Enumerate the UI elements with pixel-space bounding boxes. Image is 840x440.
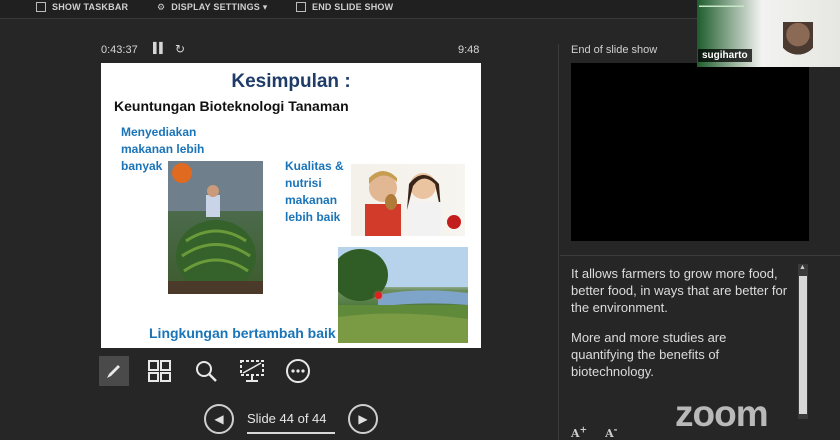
notes-separator	[560, 255, 840, 256]
end-slide-show-label: END SLIDE SHOW	[312, 2, 394, 12]
end-show-icon	[296, 2, 306, 12]
laser-pointer	[375, 292, 382, 299]
scrollbar-thumb[interactable]	[799, 276, 807, 414]
watermelon-photo	[168, 161, 263, 294]
participant-name: sugiharto	[698, 49, 752, 62]
next-slide-label: End of slide show	[571, 44, 658, 56]
black-screen-button[interactable]	[237, 356, 267, 386]
screen-icon	[240, 360, 264, 382]
increase-font-icon[interactable]: A+	[571, 424, 587, 440]
next-slide-preview	[571, 63, 809, 241]
next-icon: ▶	[358, 412, 368, 426]
notes-paragraph: It allows farmers to grow more food, bet…	[571, 266, 788, 315]
notes-paragraph: More and more studies are quantifying th…	[571, 330, 727, 379]
show-taskbar-button[interactable]: SHOW TASKBAR	[36, 2, 128, 12]
elapsed-timer: 0:43:37	[101, 44, 138, 56]
slides-grid-icon	[148, 360, 171, 382]
speaker-notes[interactable]: It allows farmers to grow more food, bet…	[571, 265, 791, 393]
previous-slide-button[interactable]: ◀	[204, 404, 234, 434]
landscape-photo	[338, 247, 468, 343]
clock: 9:48	[458, 44, 480, 56]
slide-subtitle: Keuntungan Bioteknologi Tanaman	[114, 98, 349, 114]
slide-progress-fill	[247, 432, 335, 434]
zoom-logo: zoom	[675, 393, 769, 434]
pen-icon	[107, 365, 120, 378]
end-slide-show-button[interactable]: END SLIDE SHOW	[296, 2, 393, 12]
slide-progress-bar	[247, 432, 335, 434]
zoom-slide-button[interactable]	[191, 356, 221, 386]
display-settings-label: DISPLAY SETTINGS ▾	[171, 2, 268, 12]
children-photo	[351, 164, 465, 236]
decrease-font-icon[interactable]: A-	[605, 424, 617, 440]
notes-scrollbar[interactable]: ▲	[798, 264, 808, 419]
scroll-up-icon[interactable]: ▲	[799, 264, 806, 271]
font-size-controls: A+ A-	[571, 424, 631, 440]
participant-video[interactable]: ▬▬▬▬▬▬▬▬▬ sugiharto	[697, 0, 840, 67]
pen-tool-button[interactable]	[99, 356, 129, 386]
prev-icon: ◀	[214, 412, 224, 426]
slide-point-3: Lingkungan bertambah baik	[149, 325, 336, 341]
taskbar-icon	[36, 2, 46, 12]
pause-icon[interactable]: ▌▌	[153, 43, 166, 54]
video-banner-graphic: ▬▬▬▬▬▬▬▬▬	[699, 3, 744, 9]
panel-divider	[558, 44, 559, 440]
slide-title: Kesimpulan :	[231, 71, 351, 92]
show-taskbar-label: SHOW TASKBAR	[52, 2, 129, 12]
display-settings-button[interactable]: ⚙ DISPLAY SETTINGS ▾	[157, 2, 267, 13]
gear-icon: ⚙	[157, 2, 166, 12]
slide-counter: Slide 44 of 44	[247, 411, 327, 426]
see-all-slides-button[interactable]	[145, 356, 175, 386]
next-slide-button[interactable]: ▶	[348, 404, 378, 434]
current-slide[interactable]: Kesimpulan : Keuntungan Bioteknologi Tan…	[101, 63, 481, 348]
magnifier-icon	[196, 361, 217, 382]
reset-icon[interactable]: ↻	[175, 42, 185, 56]
more-options-button[interactable]	[283, 356, 313, 386]
participant-image	[783, 22, 813, 64]
slide-point-2: Kualitas & nutrisi makanan lebih baik	[285, 159, 344, 224]
more-icon	[286, 359, 310, 383]
